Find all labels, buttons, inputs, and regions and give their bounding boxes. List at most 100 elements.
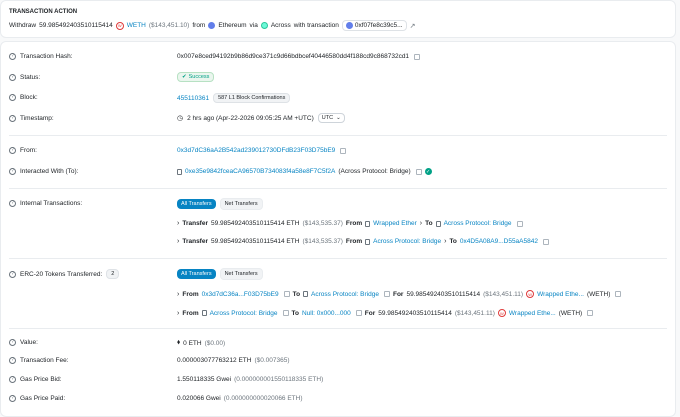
from-address-link[interactable]: 0x3d7dC36aA2B542ad239012730DFdB23F03D75b… bbox=[177, 147, 335, 154]
to-word: To bbox=[425, 220, 433, 227]
copy-icon[interactable] bbox=[283, 291, 290, 297]
contract-icon bbox=[435, 220, 441, 227]
help-icon: ? bbox=[9, 200, 16, 207]
action-amount: 59.985492403510115414 bbox=[39, 22, 113, 29]
gas-paid-eth: (0.000000000020066 ETH) bbox=[223, 395, 303, 402]
help-icon: ? bbox=[9, 339, 16, 346]
transfer-from-link[interactable]: Across Protocol: Bridge bbox=[373, 238, 441, 245]
transfer-amount: 59.985492403510115414 ETH bbox=[211, 220, 300, 227]
transfer-to-link[interactable]: 0x4D5A08A9...D55aA5842 bbox=[460, 238, 538, 245]
timezone-select[interactable]: UTC ⌄ bbox=[317, 113, 345, 123]
copy-icon[interactable] bbox=[355, 310, 362, 316]
chevron-right-icon: › bbox=[177, 309, 180, 317]
ethereum-chain-icon bbox=[345, 22, 353, 29]
internal-tabs: All Transfers Net Transfers bbox=[177, 198, 263, 210]
fee-label: Transaction Fee: bbox=[20, 357, 69, 364]
weth-token-icon: W bbox=[497, 309, 506, 317]
copy-icon[interactable] bbox=[415, 168, 422, 175]
erc20-all-transfers-tab[interactable]: All Transfers bbox=[177, 269, 216, 279]
internal-net-transfers-tab[interactable]: Net Transfers bbox=[219, 198, 263, 210]
copy-icon[interactable] bbox=[340, 147, 347, 154]
timestamp-label-row: ? Timestamp: bbox=[9, 115, 54, 122]
help-icon: ? bbox=[9, 168, 16, 175]
erc20-symbol: (WETH) bbox=[586, 290, 611, 298]
timestamp-value-row: ◷ 2 hrs ago (Apr-22-2026 09:05:25 AM +UT… bbox=[177, 113, 345, 123]
chevron-down-icon: ⌄ bbox=[336, 115, 341, 121]
internal-transfer-row: › Transfer 59.985492403510115414 ETH ($1… bbox=[177, 238, 549, 245]
transfer-usd: ($143,535.37) bbox=[302, 238, 343, 245]
block-number-link[interactable]: 455110361 bbox=[177, 95, 209, 102]
transaction-action-line: Withdraw 59.985492403510115414 W WETH ($… bbox=[9, 20, 415, 31]
erc20-from-link[interactable]: 0x3d7dC36a...F03D75bE9 bbox=[202, 291, 279, 298]
copy-icon[interactable] bbox=[414, 53, 421, 60]
status-label-row: ? Status: bbox=[9, 74, 40, 81]
interacted-value-row: 0xe35e9842fceaCA96570B734083f4a58e8F7C5f… bbox=[177, 168, 432, 175]
gas-bid-amount: 1.550118335 Gwei bbox=[177, 376, 232, 383]
erc20-token-link[interactable]: Wrapped Ethe... bbox=[537, 291, 584, 298]
transfer-to-link[interactable]: Across Protocol: Bridge bbox=[444, 220, 512, 227]
copy-icon[interactable] bbox=[516, 220, 523, 227]
erc20-amount: 59.985492403510115414 bbox=[378, 309, 452, 317]
copy-icon[interactable] bbox=[615, 291, 622, 297]
erc20-to-link[interactable]: Across Protocol: Bridge bbox=[311, 291, 379, 298]
erc20-usd: ($143,451.11) bbox=[454, 309, 495, 317]
help-icon: ? bbox=[9, 376, 16, 383]
copy-icon[interactable] bbox=[282, 310, 289, 316]
gas-bid-value-row: 1.550118335 Gwei (0.000000001550118335 E… bbox=[177, 376, 323, 383]
transaction-details-card: ? Transaction Hash: 0x007e8ced94192b9b86… bbox=[0, 41, 676, 417]
verified-check-icon: ✓ bbox=[424, 168, 432, 175]
across-protocol-icon bbox=[260, 22, 268, 29]
value-value-row: ⬧ 0 ETH ($0.00) bbox=[177, 339, 225, 347]
copy-icon[interactable] bbox=[587, 310, 594, 316]
chevron-right-icon: › bbox=[177, 290, 180, 298]
transaction-action-card: TRANSACTION ACTION Withdraw 59.985492403… bbox=[0, 0, 676, 38]
ethereum-chain-icon bbox=[208, 22, 216, 29]
transfer-amount: 59.985492403510115414 ETH bbox=[211, 238, 300, 245]
erc20-to-link[interactable]: Null: 0x000...000 bbox=[302, 310, 351, 317]
erc20-from-link[interactable]: Across Protocol: Bridge bbox=[210, 310, 278, 317]
erc20-token-link[interactable]: Wrapped Ethe... bbox=[509, 310, 556, 317]
action-via-word: via bbox=[249, 22, 258, 29]
chevron-right-icon: › bbox=[419, 220, 423, 227]
gas-paid-value-row: 0.020066 Gwei (0.000000000020066 ETH) bbox=[177, 395, 303, 402]
copy-icon[interactable] bbox=[383, 291, 390, 297]
transfer-from-link[interactable]: Wrapped Ether bbox=[373, 220, 417, 227]
help-icon: ? bbox=[9, 53, 16, 60]
status-value-row: ✔ Success bbox=[177, 72, 215, 82]
action-tx-hash-box[interactable]: 0xf07fe8c39c5... bbox=[341, 20, 407, 31]
help-icon: ? bbox=[9, 147, 16, 154]
fee-label-row: ? Transaction Fee: bbox=[9, 357, 69, 364]
chevron-right-icon: › bbox=[177, 220, 180, 227]
action-protocol: Across bbox=[270, 22, 291, 29]
from-value-row: 0x3d7dC36aA2B542ad239012730DFdB23F03D75b… bbox=[177, 147, 347, 154]
block-label-row: ? Block: bbox=[9, 94, 38, 101]
action-chain: Ethereum bbox=[218, 22, 247, 29]
action-tx-short[interactable]: 0xf07fe8c39c5... bbox=[355, 22, 403, 29]
contract-icon bbox=[365, 238, 371, 245]
value-amount: 0 ETH bbox=[183, 339, 202, 347]
erc20-usd: ($143,451.11) bbox=[483, 290, 524, 298]
from-label-row: ? From: bbox=[9, 147, 37, 154]
for-word: For bbox=[364, 309, 376, 317]
action-token-link[interactable]: WETH bbox=[127, 22, 146, 29]
from-word: From bbox=[345, 238, 363, 245]
interacted-address-link[interactable]: 0xe35e9842fceaCA96570B734083f4a58e8F7C5f… bbox=[185, 168, 335, 175]
gas-bid-eth: (0.000000001550118335 ETH) bbox=[234, 376, 324, 383]
from-word: From bbox=[182, 309, 199, 317]
block-value-row: 455110361 587 L1 Block Confirmations bbox=[177, 93, 291, 103]
gas-bid-label: Gas Price Bid: bbox=[20, 376, 62, 383]
timestamp-value: 2 hrs ago (Apr-22-2026 09:05:25 AM +UTC) bbox=[187, 114, 314, 122]
copy-icon[interactable] bbox=[542, 238, 549, 245]
to-word: To bbox=[449, 238, 457, 245]
action-with-tx: with transaction bbox=[293, 22, 339, 29]
external-link-icon[interactable]: ↗ bbox=[410, 22, 416, 30]
divider bbox=[9, 328, 667, 329]
block-confirmations-badge: 587 L1 Block Confirmations bbox=[213, 93, 291, 103]
divider bbox=[9, 135, 667, 136]
help-icon: ? bbox=[9, 115, 16, 122]
erc20-count-badge: 2 bbox=[106, 269, 120, 279]
fee-amount: 0.000003077763212 ETH bbox=[177, 357, 252, 364]
internal-all-transfers-tab[interactable]: All Transfers bbox=[177, 199, 216, 209]
transfer-usd: ($143,535.37) bbox=[302, 220, 343, 227]
erc20-net-transfers-tab[interactable]: Net Transfers bbox=[219, 268, 263, 280]
